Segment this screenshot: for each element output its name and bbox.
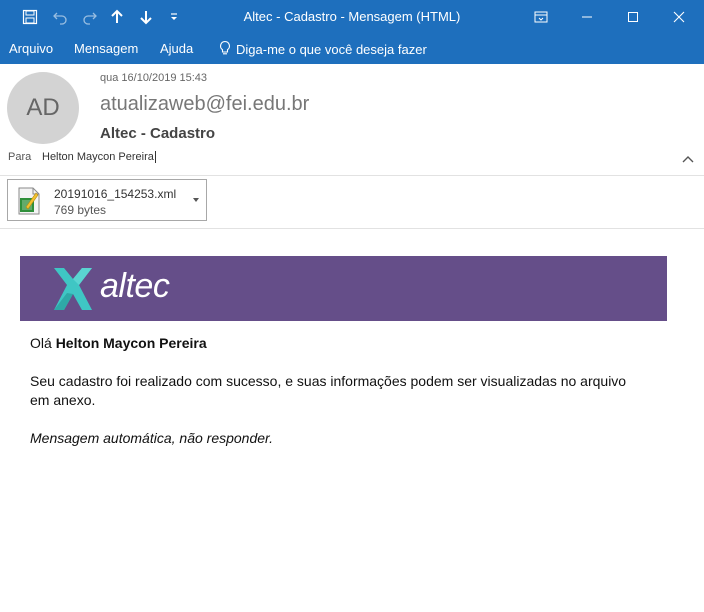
minimize-icon[interactable] (564, 0, 610, 34)
collapse-header-icon[interactable] (680, 152, 696, 166)
tell-me-box[interactable]: Diga-me o que você deseja fazer (218, 34, 427, 64)
altec-banner: altec (20, 256, 667, 321)
message-date: qua 16/10/2019 15:43 (100, 72, 208, 84)
lightbulb-icon (218, 40, 232, 59)
attachment-filename: 20191016_154253.xml (54, 187, 177, 201)
title-bar: Altec - Cadastro - Mensagem (HTML) (0, 0, 704, 34)
xml-file-icon (17, 187, 41, 215)
recipient-name[interactable]: Helton Maycon Pereira (42, 151, 156, 163)
customize-toolbar-icon[interactable] (163, 0, 185, 34)
automatic-note: Mensagem automática, não responder. (30, 430, 274, 446)
arrow-up-icon[interactable] (104, 0, 130, 34)
attachment-divider (0, 228, 704, 229)
attachment-size: 769 bytes (54, 203, 107, 217)
undo-icon[interactable] (46, 0, 74, 34)
tell-me-label: Diga-me o que você deseja fazer (236, 41, 427, 57)
to-label: Para (8, 151, 32, 163)
maximize-icon[interactable] (610, 0, 656, 34)
menu-mensagem[interactable]: Mensagem (74, 34, 138, 64)
attachment-card[interactable]: 20191016_154253.xml 769 bytes (7, 179, 207, 221)
menu-arquivo[interactable]: Arquivo (9, 34, 53, 64)
arrow-down-icon[interactable] (133, 0, 159, 34)
avatar: AD (7, 72, 79, 144)
redo-icon[interactable] (76, 0, 104, 34)
message-subject: Altec - Cadastro (100, 125, 216, 142)
body-paragraph: Seu cadastro foi realizado com sucesso, … (30, 373, 627, 408)
altec-logo-text: altec (100, 267, 170, 305)
greeting-prefix: Olá (30, 335, 52, 351)
close-icon[interactable] (656, 0, 702, 34)
greeting: Olá Helton Maycon Pereira (30, 334, 207, 353)
greeting-name: Helton Maycon Pereira (55, 335, 207, 351)
menu-ajuda[interactable]: Ajuda (160, 34, 193, 64)
ribbon-menu: Arquivo Mensagem Ajuda Diga-me o que voc… (0, 34, 704, 64)
ribbon-display-options-icon[interactable] (518, 0, 564, 34)
sender-address[interactable]: atualizaweb@fei.edu.br (100, 93, 309, 116)
save-icon[interactable] (16, 0, 44, 34)
altec-logo-icon (50, 266, 96, 312)
header-divider (0, 175, 704, 176)
attachment-dropdown-icon[interactable] (191, 194, 201, 206)
